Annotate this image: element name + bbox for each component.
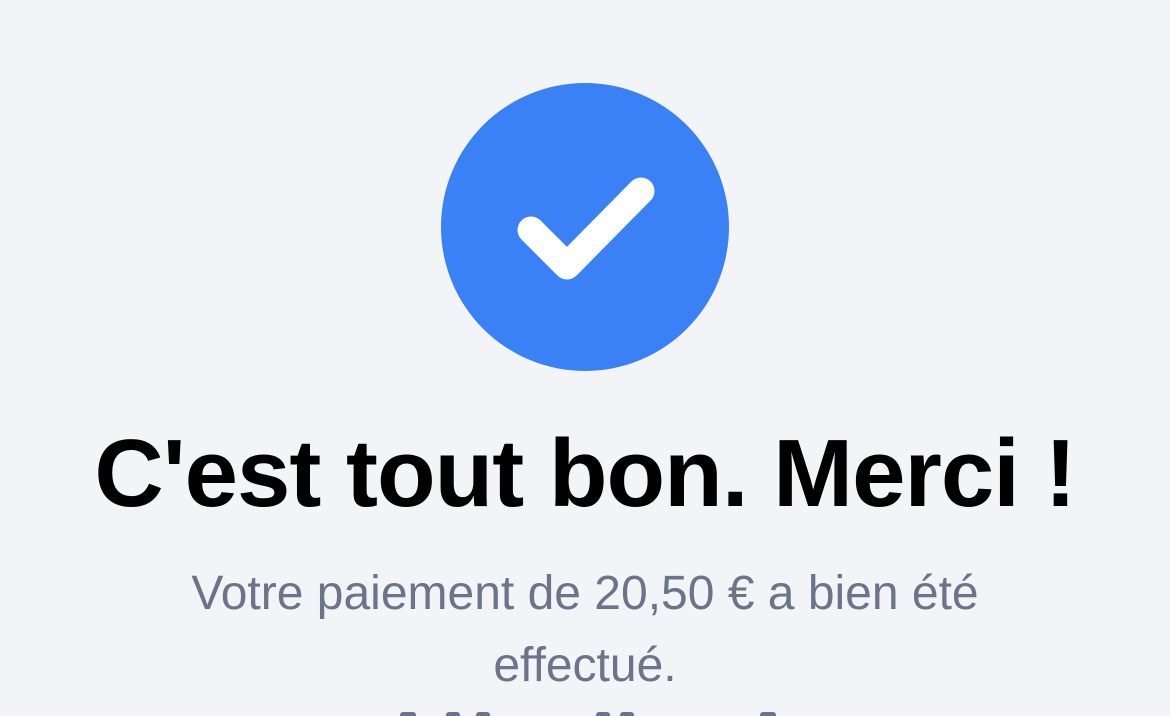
check-icon (441, 83, 729, 371)
cutoff-text-line (0, 700, 1170, 716)
payment-confirmation-screen: C'est tout bon. Merci ! Votre paiement d… (0, 0, 1170, 716)
confirmation-message: Votre paiement de 20,50 € a bien été eff… (191, 567, 979, 692)
confirmation-title: C'est tout bon. Merci ! (94, 420, 1076, 527)
check-circle-icon (441, 83, 729, 371)
